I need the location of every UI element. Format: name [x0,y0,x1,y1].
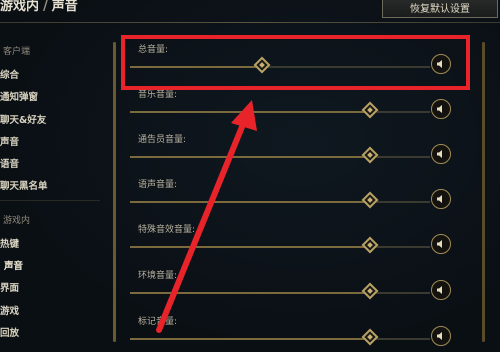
sidebar-section-client: 客户端 [3,47,31,57]
speaker-icon[interactable] [431,99,451,119]
slider-announcer-volume: 通告员音量: [120,132,480,176]
settings-window: 游戏内 / 声音 恢复默认设置 客户端 综合 通知弹窗 聊天&好友 声音 语音 聊天… [0,0,500,352]
breadcrumb-parent[interactable]: 游戏内 [0,0,39,14]
left-scrollbar[interactable] [113,42,116,342]
sidebar-item-replay[interactable]: 回放 [0,325,19,339]
sidebar: 客户端 综合 通知弹窗 聊天&好友 声音 语音 聊天黑名单 游戏内 热键 声音 … [0,26,110,352]
slider-track[interactable] [130,328,430,346]
sidebar-section-ingame: 游戏内 [3,216,31,226]
right-scrollbar[interactable] [482,42,485,342]
sidebar-item-chat-blacklist[interactable]: 聊天黑名单 [0,178,48,192]
diamond-thumb-icon[interactable] [361,146,379,164]
diamond-thumb-icon[interactable] [361,328,379,346]
slider-track[interactable] [130,236,430,254]
annotation-highlight-box [121,35,470,90]
speaker-icon[interactable] [431,189,451,209]
sidebar-item-hotkeys[interactable]: 热键 [0,236,19,250]
slider-track[interactable] [130,282,430,300]
slider-label: 特殊音效音量: [138,225,196,235]
slider-fill [130,156,370,158]
sidebar-item-game[interactable]: 游戏 [0,303,19,317]
sidebar-item-notifications[interactable]: 通知弹窗 [0,89,38,103]
diamond-thumb-icon[interactable] [361,191,379,209]
slider-fill [130,111,370,113]
diamond-thumb-icon[interactable] [361,236,379,254]
sidebar-item-general[interactable]: 综合 [0,67,19,81]
reset-defaults-button[interactable]: 恢复默认设置 [382,0,498,18]
slider-label: 通告员音量: [138,135,187,145]
slider-fill [130,246,370,248]
slider-fill [130,338,370,340]
header-divider [0,22,500,23]
slider-label: 标记音量: [138,317,178,327]
slider-track[interactable] [130,191,430,209]
slider-fill [130,201,370,203]
header: 游戏内 / 声音 恢复默认设置 [0,0,500,26]
speaker-icon[interactable] [431,234,451,254]
slider-label: 环境音量: [138,271,178,281]
slider-ping-volume: 标记音量: [120,314,480,352]
diamond-thumb-icon[interactable] [361,101,379,119]
speaker-icon[interactable] [431,326,451,346]
sidebar-item-interface[interactable]: 界面 [0,280,19,294]
slider-sfx-volume: 特殊音效音量: [120,222,480,266]
slider-voice-volume: 语声音量: [120,177,480,221]
slider-ambient-volume: 环境音量: [120,268,480,312]
speaker-icon[interactable] [431,144,451,164]
speaker-icon[interactable] [431,280,451,300]
sidebar-item-chat-friends[interactable]: 聊天&好友 [0,112,46,126]
diamond-thumb-icon[interactable] [361,282,379,300]
sidebar-item-client-sound[interactable]: 声音 [0,134,19,148]
breadcrumb-current: 声音 [51,0,78,14]
slider-fill [130,292,370,294]
sidebar-item-ingame-sound[interactable]: 声音 [4,258,23,272]
sidebar-item-voice[interactable]: 语音 [0,156,19,170]
sidebar-divider [0,200,100,201]
slider-track[interactable] [130,101,430,119]
breadcrumb: 游戏内 / 声音 [0,0,78,18]
slider-music-volume: 音乐音量: [120,87,480,131]
breadcrumb-separator: / [43,0,48,14]
slider-track[interactable] [130,146,430,164]
slider-label: 语声音量: [138,180,178,190]
